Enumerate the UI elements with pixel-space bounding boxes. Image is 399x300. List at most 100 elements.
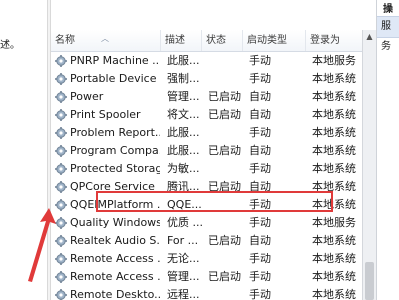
service-name: Remote Deskto... [70,288,160,300]
column-header-status[interactable]: 状态 [202,30,243,51]
service-logon-as: 本地系统 [312,198,356,211]
service-logon-as: 本地系统 [312,90,356,103]
service-name: Quality Windows... [70,216,160,229]
service-name: Realtek Audio S... [70,234,160,247]
service-status [208,70,248,88]
actions-pane: 操作 服务 [376,0,399,300]
service-gear-icon [55,253,67,265]
service-name: Portable Device ... [70,72,160,85]
service-description: 优质 ... [167,216,203,229]
service-logon-as: 本地系统 [312,162,356,175]
service-description: 腾讯... [167,180,200,193]
service-startup-type: 自动 [249,90,271,103]
service-startup-type: 自动 [249,180,271,193]
service-logon-as: 本地系统 [312,126,356,139]
service-status [208,250,248,268]
service-status: 已启动 [208,234,241,247]
table-row[interactable]: Quality Windows... 优质 ... 手动 本地服务 [51,214,362,232]
service-logon-as: 本地系统 [312,144,356,157]
service-gear-icon [55,235,67,247]
service-startup-type: 手动 [249,270,271,283]
service-description: 此服... [167,126,200,139]
service-logon-as: 本地系统 [312,72,356,85]
service-status: 已启动 [208,270,241,283]
column-header-logon-as[interactable]: 登录为 [306,30,362,51]
table-row[interactable]: QPCore Service 腾讯... 已启动 自动 本地系统 [51,178,362,196]
service-name: Power [70,90,104,103]
service-status: 已启动 [208,144,241,157]
left-pane-text: 述。 [0,40,20,51]
service-gear-icon [55,91,67,103]
sort-ascending-icon: ︿ [101,34,109,43]
table-row[interactable]: Realtek Audio S... For ... 已启动 自动 本地系统 [51,232,362,250]
service-description: 将文... [167,108,200,121]
service-description: 此服... [167,144,200,157]
column-header-name-label: 名称 [55,35,75,46]
service-startup-type: 手动 [249,198,271,211]
service-name: PNRP Machine ... [70,54,160,67]
service-gear-icon [55,73,67,85]
service-gear-icon [55,55,67,67]
vertical-scrollbar[interactable]: ▲ [362,30,376,300]
table-row[interactable]: Protected Storage 为敏... 手动 本地系统 [51,160,362,178]
left-pane: 述。 [0,0,47,300]
table-row[interactable]: Portable Device ... 强制... 手动 本地系统 [51,70,362,88]
service-gear-icon [55,109,67,121]
service-startup-type: 手动 [249,288,271,300]
service-logon-as: 本地系统 [312,180,356,193]
service-startup-type: 手动 [249,216,271,229]
service-description: 管理... [167,270,200,283]
service-gear-icon [55,271,67,283]
service-description: 此服... [167,54,200,67]
table-row[interactable]: Program Compa... 此服... 已启动 自动 本地系统 [51,142,362,160]
service-status [208,124,248,142]
scroll-thumb[interactable] [365,262,374,300]
service-name: Print Spooler [70,108,141,121]
service-status [208,160,248,178]
column-header-status-label: 状态 [206,35,226,46]
column-header-logon-as-label: 登录为 [310,35,340,46]
list-top-strip [51,0,362,30]
service-status [208,52,248,70]
services-list: 名称 ︿ 描述 状态 启动类型 登录为 PNRP Machine ... 此服..… [51,0,362,300]
service-name: QPCore Service [70,180,155,193]
column-header-startup-type[interactable]: 启动类型 [243,30,306,51]
service-startup-type: 手动 [249,72,271,85]
service-name: Program Compa... [70,144,160,157]
table-row[interactable]: Print Spooler 将文... 已启动 自动 本地系统 [51,106,362,124]
service-status: 已启动 [208,108,241,121]
service-startup-type: 手动 [249,252,271,265]
service-gear-icon [55,163,67,175]
service-status: 已启动 [208,180,241,193]
table-row[interactable]: Power 管理... 已启动 自动 本地系统 [51,88,362,106]
service-startup-type: 自动 [249,144,271,157]
service-gear-icon [55,199,67,211]
table-row[interactable]: Problem Report... 此服... 手动 本地系统 [51,124,362,142]
service-description: 强制... [167,72,200,85]
table-row[interactable]: Remote Access ... 管理... 已启动 手动 本地系统 [51,268,362,286]
actions-pane-item-services[interactable]: 服务 [377,16,399,52]
service-name: QQEIMPlatform ... [70,198,160,211]
table-row[interactable]: QQEIMPlatform ... QQE... 手动 本地系统 [51,196,362,214]
service-logon-as: 本地服务 [312,216,356,229]
service-gear-icon [55,127,67,139]
table-row[interactable]: Remote Deskto... 远程... 手动 本地系统 [51,286,362,300]
scroll-up-icon[interactable]: ▲ [363,30,376,44]
column-header-startup-type-label: 启动类型 [247,35,287,46]
service-gear-icon [55,289,67,300]
service-name: Remote Access ... [70,252,160,265]
service-description: QQE... [167,198,202,211]
service-logon-as: 本地系统 [312,252,356,265]
column-header-name[interactable]: 名称 ︿ [51,30,161,51]
service-startup-type: 手动 [249,126,271,139]
service-gear-icon [55,145,67,157]
table-row[interactable]: PNRP Machine ... 此服... 手动 本地服务 [51,52,362,70]
service-status [208,214,248,232]
column-header-description-label: 描述 [165,35,185,46]
table-row[interactable]: Remote Access ... 无论... 手动 本地系统 [51,250,362,268]
service-startup-type: 自动 [249,234,271,247]
service-name: Protected Storage [70,162,160,175]
service-description: 为敏... [167,162,200,175]
column-header-description[interactable]: 描述 [161,30,202,51]
service-logon-as: 本地系统 [312,288,356,300]
